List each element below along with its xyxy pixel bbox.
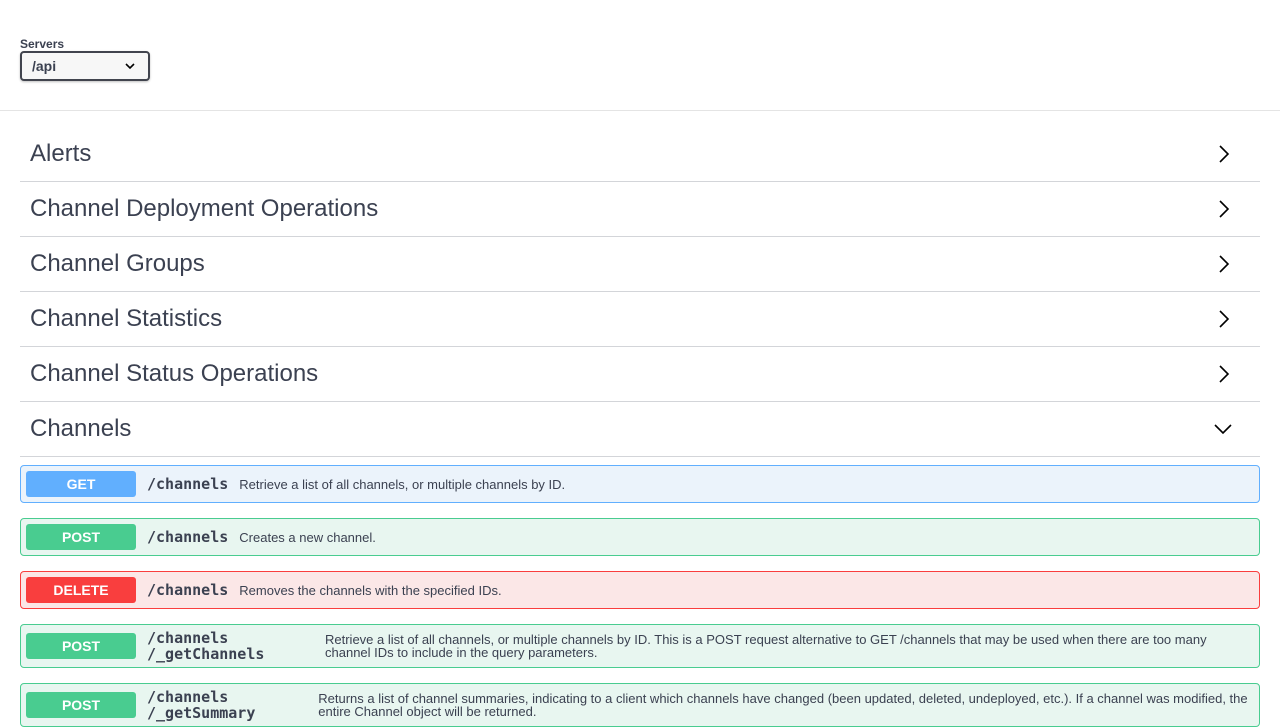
tag-name: Alerts [30, 139, 92, 167]
method-badge: POST [26, 692, 136, 718]
operation-summary: Retrieve a list of all channels, or mult… [239, 476, 566, 492]
chevron-right-icon [1219, 365, 1230, 383]
operation-path-line: /_getSummary [147, 704, 256, 722]
operation-summary: Retrieve a list of all channels, or mult… [325, 632, 1207, 660]
operation-path: /channels /_getSummary [147, 689, 306, 721]
operations-list: GET /channels Retrieve a list of all cha… [20, 465, 1260, 727]
operation-path-line: /_getChannels [147, 645, 265, 663]
operation-summary: Removes the channels with the specified … [239, 582, 502, 598]
chevron-right-icon [1219, 310, 1230, 328]
operation-get-channels[interactable]: GET /channels Retrieve a list of all cha… [20, 465, 1260, 503]
operation-post-get-summary[interactable]: POST /channels /_getSummary Returns a li… [20, 683, 1260, 727]
operation-summary: Creates a new channel. [239, 529, 376, 545]
servers-bar: Servers /api [0, 0, 1280, 111]
tag-list: Alerts Channel Deployment Operations Cha… [20, 126, 1260, 457]
tag-channel-status-operations[interactable]: Channel Status Operations [20, 347, 1260, 402]
tag-channels[interactable]: Channels [20, 402, 1260, 457]
method-badge: GET [26, 471, 136, 497]
operation-path: /channels [147, 528, 229, 546]
tag-channel-deployment-operations[interactable]: Channel Deployment Operations [20, 182, 1260, 237]
tag-name: Channel Status Operations [30, 360, 319, 387]
servers-select[interactable]: /api [20, 51, 150, 81]
operation-path: /channels /_getChannels [147, 630, 307, 662]
chevron-down-icon [1214, 424, 1232, 435]
operation-post-channels[interactable]: POST /channels Creates a new channel. [20, 518, 1260, 556]
chevron-right-icon [1219, 200, 1230, 218]
tag-alerts[interactable]: Alerts [20, 126, 1260, 182]
operation-path: /channels [147, 475, 229, 493]
tag-name: Channel Statistics [30, 305, 223, 332]
chevron-right-icon [1219, 255, 1230, 273]
operation-delete-channels[interactable]: DELETE /channels Removes the channels wi… [20, 571, 1260, 609]
tag-channel-groups[interactable]: Channel Groups [20, 237, 1260, 292]
servers-selected-value: /api [32, 58, 57, 74]
operation-summary: Returns a list of channel summaries, ind… [318, 691, 1248, 719]
tag-name: Channel Groups [30, 250, 205, 277]
chevron-right-icon [1219, 144, 1230, 163]
chevron-down-icon [125, 63, 135, 70]
method-badge: POST [26, 633, 136, 659]
method-badge: DELETE [26, 577, 136, 603]
tag-name: Channel Deployment Operations [30, 195, 379, 222]
operation-post-get-channels[interactable]: POST /channels /_getChannels Retrieve a … [20, 624, 1260, 668]
tag-channel-statistics[interactable]: Channel Statistics [20, 292, 1260, 347]
tag-name: Channels [30, 415, 132, 442]
method-badge: POST [26, 524, 136, 550]
operation-path: /channels [147, 581, 229, 599]
servers-label: Servers [20, 37, 65, 51]
